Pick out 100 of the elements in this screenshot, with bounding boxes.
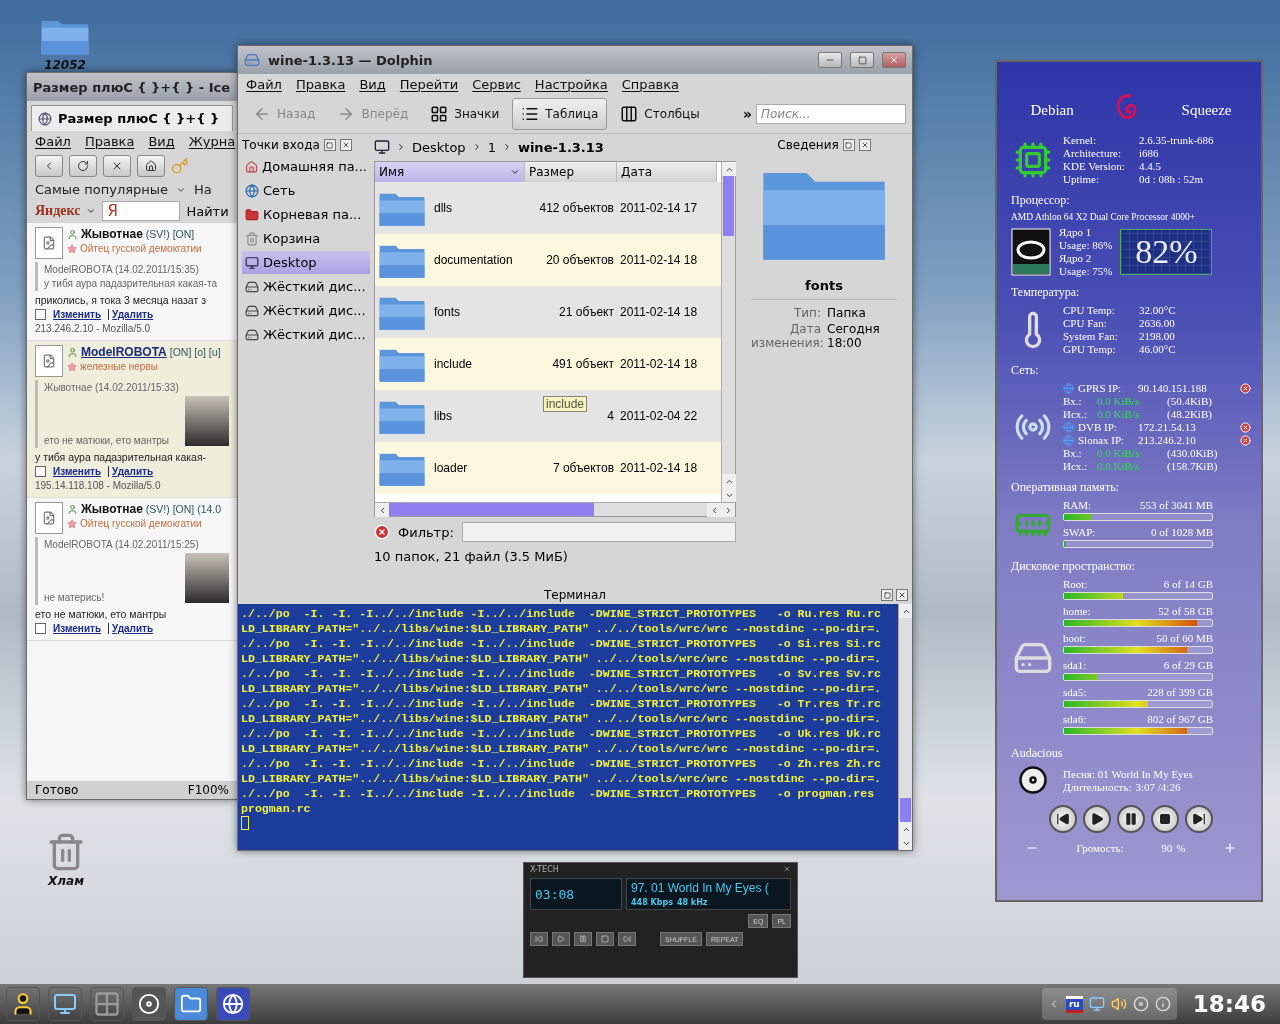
play-button[interactable] bbox=[1083, 805, 1111, 833]
menu-item[interactable]: Перейти bbox=[399, 77, 459, 92]
disconnect-icon[interactable] bbox=[1240, 382, 1251, 394]
file-row[interactable]: include 491 объект 2011-02-14 18 bbox=[375, 338, 721, 390]
file-size: 491 объект bbox=[551, 357, 615, 371]
info-icon[interactable] bbox=[1154, 996, 1171, 1012]
author-name[interactable]: Жывотнае bbox=[81, 227, 143, 241]
close-button[interactable] bbox=[882, 52, 906, 68]
player-icon[interactable] bbox=[1132, 996, 1149, 1012]
network-button[interactable] bbox=[48, 987, 82, 1021]
bookmark-folder[interactable]: Самые популярные bbox=[35, 182, 169, 197]
float-button[interactable] bbox=[881, 589, 893, 601]
breadcrumb-item[interactable]: 1 bbox=[487, 139, 496, 155]
menu-item[interactable]: Файл bbox=[246, 77, 282, 92]
file-row[interactable]: dlls 412 объектов 2011-02-14 17 bbox=[375, 182, 721, 234]
search-button[interactable]: Найти bbox=[186, 203, 229, 219]
task-button[interactable] bbox=[216, 987, 250, 1021]
search-field[interactable]: Я bbox=[102, 201, 181, 221]
desktop-icon-label[interactable]: 12052 bbox=[44, 58, 86, 72]
vertical-scrollbar[interactable] bbox=[898, 604, 912, 850]
desktop-pager[interactable] bbox=[90, 987, 124, 1021]
float-button[interactable] bbox=[842, 139, 855, 151]
keyboard-layout[interactable]: ru bbox=[1065, 995, 1083, 1013]
places-item[interactable]: Жёсткий дис... bbox=[242, 323, 370, 346]
stop-button[interactable] bbox=[1151, 805, 1179, 833]
checkbox[interactable] bbox=[35, 309, 46, 320]
start-menu-button[interactable] bbox=[6, 987, 40, 1021]
toolbar-button[interactable]: Значки bbox=[421, 98, 509, 130]
toolbar-button[interactable]: Столбцы bbox=[611, 98, 709, 130]
scrollbar-thumb[interactable] bbox=[723, 176, 734, 236]
author-name[interactable]: ModelROBOTA bbox=[81, 345, 167, 359]
menu-item[interactable]: Вид bbox=[148, 134, 175, 149]
file-row[interactable]: loader 7 объектов 2011-02-14 18 bbox=[375, 442, 721, 494]
file-row[interactable]: documentation 20 объектов 2011-02-14 18 bbox=[375, 234, 721, 286]
checkbox[interactable] bbox=[35, 623, 46, 634]
desktop-icon-label[interactable]: Хлам bbox=[48, 874, 84, 888]
volume-icon[interactable] bbox=[1110, 996, 1127, 1012]
menu-item[interactable]: Справка bbox=[621, 77, 680, 92]
bookmark-link[interactable]: На bbox=[194, 182, 212, 197]
places-item[interactable]: Корневая па... bbox=[242, 203, 370, 226]
menu-item[interactable]: Вид bbox=[359, 77, 386, 92]
task-button[interactable] bbox=[174, 987, 208, 1021]
toolbar-button[interactable]: Таблица bbox=[512, 98, 608, 130]
monitor-icon[interactable] bbox=[1088, 996, 1105, 1012]
volume-up-icon[interactable] bbox=[1222, 841, 1237, 855]
browser-tab[interactable]: Размер плюС { }+{ } bbox=[31, 105, 233, 131]
previous-button[interactable] bbox=[1049, 805, 1077, 833]
more-button[interactable]: » bbox=[742, 106, 752, 122]
post-link[interactable]: Удалить bbox=[108, 623, 157, 634]
menu-item[interactable]: Настройка bbox=[534, 77, 608, 92]
places-item[interactable]: Корзина bbox=[242, 227, 370, 250]
disconnect-icon[interactable] bbox=[1240, 421, 1251, 433]
post-link[interactable]: Удалить bbox=[108, 309, 157, 320]
column-header[interactable]: Размер bbox=[525, 162, 617, 182]
close-button[interactable] bbox=[896, 589, 908, 601]
caret-icon bbox=[86, 206, 97, 216]
close-button[interactable] bbox=[858, 139, 871, 151]
menu-item[interactable]: Сервис bbox=[472, 77, 521, 92]
scrollbar-thumb[interactable] bbox=[900, 798, 911, 822]
places-item[interactable]: Домашняя па... bbox=[242, 155, 370, 178]
menu-item[interactable]: Правка bbox=[84, 134, 135, 149]
close-button[interactable] bbox=[339, 139, 352, 151]
author-name[interactable]: Жывотнае bbox=[81, 502, 143, 516]
pause-button[interactable] bbox=[1117, 805, 1145, 833]
column-header[interactable]: Дата bbox=[617, 162, 717, 182]
search-field[interactable]: Поиск... bbox=[756, 104, 906, 124]
post-link[interactable]: Изменить bbox=[50, 466, 105, 477]
maximize-button[interactable] bbox=[850, 52, 874, 68]
sensor-value: 32.00°C bbox=[1139, 304, 1176, 316]
reload-button[interactable] bbox=[69, 155, 97, 177]
disconnect-icon[interactable] bbox=[1240, 434, 1251, 446]
places-item[interactable]: Жёсткий дис... bbox=[242, 299, 370, 322]
column-header[interactable]: Имя bbox=[375, 162, 525, 182]
places-item[interactable]: Сеть bbox=[242, 179, 370, 202]
back-button[interactable] bbox=[35, 155, 63, 177]
vertical-scrollbar[interactable] bbox=[721, 162, 735, 502]
menu-item[interactable]: Правка bbox=[295, 77, 346, 92]
filter-field[interactable] bbox=[461, 522, 736, 542]
breadcrumb-item[interactable]: Desktop bbox=[412, 139, 466, 155]
horizontal-scrollbar[interactable] bbox=[375, 502, 735, 516]
task-button[interactable] bbox=[132, 987, 166, 1021]
clear-icon[interactable] bbox=[374, 524, 390, 540]
menu-item[interactable]: Файл bbox=[35, 134, 71, 149]
post-link[interactable]: Изменить bbox=[50, 309, 105, 320]
checkbox[interactable] bbox=[35, 466, 46, 477]
post-link[interactable]: Изменить bbox=[50, 623, 105, 634]
places-item[interactable]: Жёсткий дис... bbox=[242, 275, 370, 298]
scrollbar-thumb[interactable] bbox=[389, 503, 594, 516]
close-icon[interactable] bbox=[783, 865, 791, 873]
breadcrumb-item[interactable]: wine-1.3.13 bbox=[517, 139, 604, 155]
close-icon bbox=[898, 591, 906, 599]
file-row[interactable]: libs 4 2011-02-04 22 include bbox=[375, 390, 721, 442]
home-button[interactable] bbox=[137, 155, 165, 177]
places-item[interactable]: Desktop bbox=[242, 251, 370, 274]
float-button[interactable] bbox=[323, 139, 336, 151]
minimize-button[interactable] bbox=[818, 52, 842, 68]
file-row[interactable]: fonts 21 объект 2011-02-14 18 bbox=[375, 286, 721, 338]
next-button[interactable] bbox=[1185, 805, 1213, 833]
menu-item[interactable]: Журна bbox=[188, 134, 236, 149]
post-link[interactable]: Удалить bbox=[108, 466, 157, 477]
